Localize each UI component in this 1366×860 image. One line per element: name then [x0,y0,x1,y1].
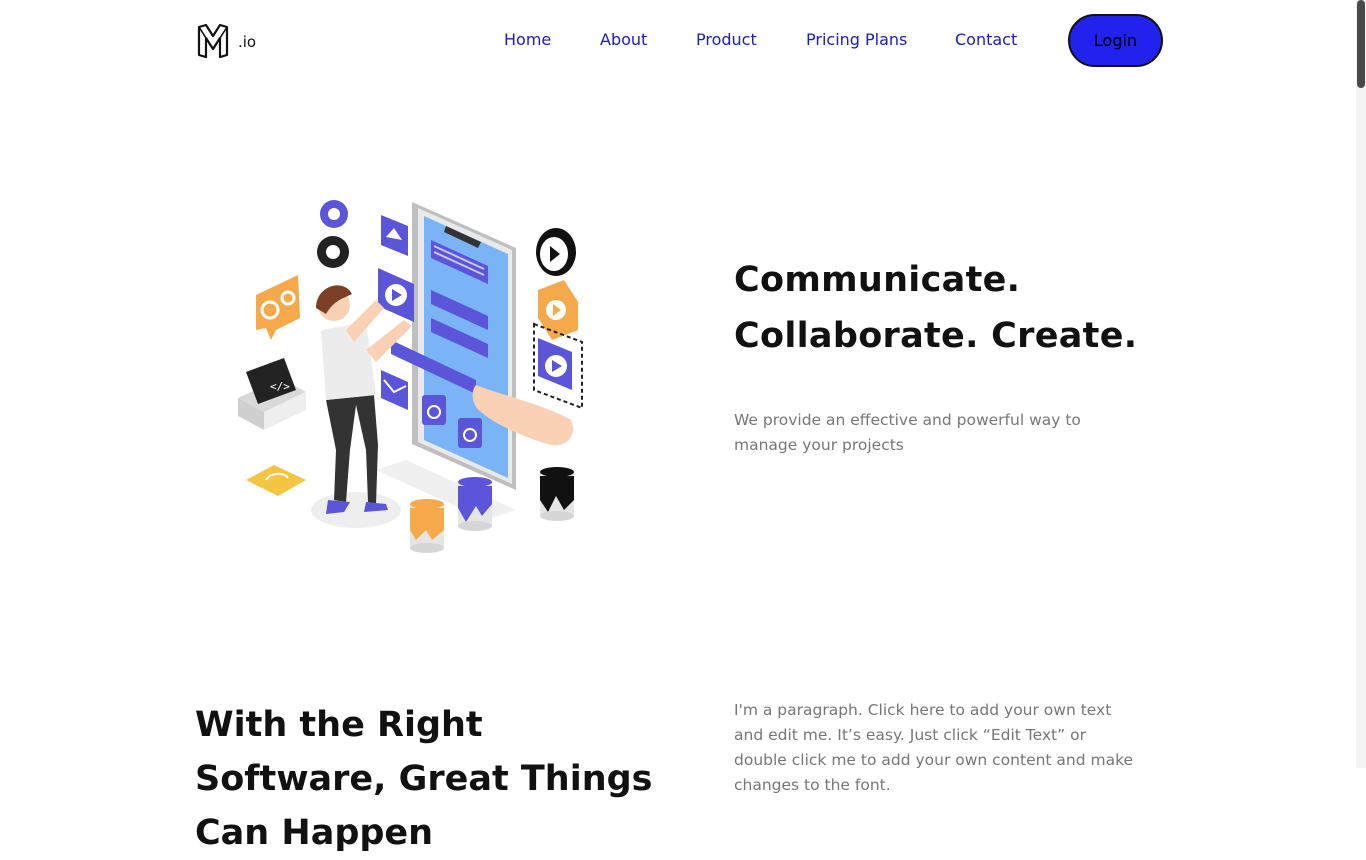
nav-contact[interactable]: Contact [955,30,1017,50]
section-paragraph: I'm a paragraph. Click here to add your … [734,701,1134,794]
orange-paint-bucket-icon [410,499,444,553]
mail-tile-icon [381,370,408,410]
purple-paint-bucket-icon [458,477,492,531]
yellow-tile-icon [246,465,306,496]
svg-text:</>: </> [270,380,290,393]
hero-title-line-1: Communicate. [734,260,1021,300]
phone-icon [391,202,516,490]
hero-title: Communicate. Collaborate. Create. [734,252,1194,364]
black-paint-bucket-icon [540,467,574,521]
gear-icon-purple [320,200,348,228]
page-scrollbar[interactable] [1356,0,1366,768]
orange-play-icon [538,280,578,340]
login-button[interactable]: Login [1068,14,1163,67]
code-box-icon: </> [238,358,306,430]
nav-pricing-plans[interactable]: Pricing Plans [806,30,907,50]
scrollbar-thumb[interactable] [1357,0,1365,88]
settings-bubble-icon [256,275,300,340]
play-tile-icon [378,268,414,322]
nav-about[interactable]: About [600,30,647,50]
nav-product[interactable]: Product [696,30,757,50]
section-title: With the Right Software, Great Things Ca… [195,705,653,853]
nav-home[interactable]: Home [504,30,551,50]
hero-illustration: </> [238,200,583,553]
hero-title-line-2: Collaborate. Create. [734,316,1138,356]
gear-icon-black [317,236,349,268]
black-play-icon [536,228,576,276]
image-tile-icon [381,215,408,256]
hero-subtitle: We provide an effective and powerful way… [734,411,1081,454]
